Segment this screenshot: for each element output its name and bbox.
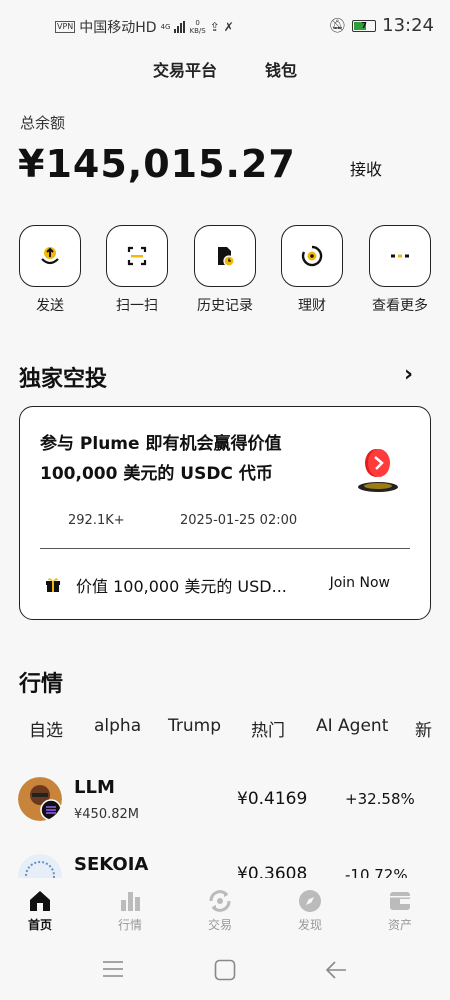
bottom-nav: 首页 行情 交易 发现 资产 [0, 878, 450, 942]
back-icon[interactable] [325, 959, 347, 981]
network-type: 4G [160, 23, 171, 31]
airdrop-date: 2025-01-25 02:00 [180, 513, 298, 528]
home-icon [30, 891, 50, 911]
discover-icon [299, 890, 321, 912]
nav-discover[interactable]: 发现 [280, 888, 340, 933]
token-change: -10.72% [345, 866, 408, 878]
nav-home-label: 首页 [27, 918, 52, 932]
carrier-name: 中国移动HD [79, 20, 157, 36]
balance-value: ¥145,015.27 [18, 142, 296, 186]
sekoia-token-avatar [18, 854, 62, 878]
market-tabs: 自选 alpha Trump 热门 AI Agent 新 [0, 716, 450, 742]
history-button[interactable] [194, 225, 256, 287]
tab-exchange[interactable]: 交易平台 [153, 55, 217, 83]
scan-icon [127, 246, 147, 266]
vpn-badge: VPN [55, 21, 76, 33]
chevron-right-icon[interactable]: › [404, 362, 413, 387]
trade-icon [209, 890, 231, 912]
token-price: ¥0.4169 [237, 789, 308, 809]
tab-favorites[interactable]: 自选 [29, 716, 63, 741]
history-label: 历史记录 [197, 298, 253, 314]
top-nav: 交易平台 钱包 [0, 55, 450, 83]
data-off-icon: ✗ [223, 20, 234, 34]
system-nav-bar [0, 948, 450, 1000]
more-icon [391, 254, 409, 258]
clock: 13:24 [382, 15, 434, 36]
token-price: ¥0.3608 [237, 864, 308, 878]
earn-button[interactable] [281, 225, 343, 287]
tab-trump[interactable]: Trump [168, 716, 221, 736]
send-label: 发送 [36, 298, 64, 314]
participant-count: 292.1K+ [68, 513, 125, 528]
nav-discover-label: 发现 [297, 918, 322, 932]
earn-label: 理财 [298, 298, 326, 314]
card-divider [40, 548, 410, 549]
status-bar: VPN 中国移动HD 4G 0 KB/S ⇪ ✗ 🔕︎ 7 13:24 [0, 0, 450, 52]
more-label: 查看更多 [372, 298, 428, 314]
token-market-cap: ¥450.82M [74, 807, 139, 822]
earn-action[interactable]: 理财 [281, 225, 343, 315]
send-action[interactable]: 发送 [19, 225, 81, 315]
token-symbol: LLM [74, 777, 115, 798]
airdrop-headline: 参与 Plume 即有机会赢得价值 100,000 美元的 USDC 代币 [40, 434, 282, 484]
scan-label: 扫一扫 [116, 298, 158, 314]
market-row[interactable]: SEKOIA ¥0.3608 -10.72% [0, 854, 450, 878]
token-symbol: SEKOIA [74, 854, 149, 875]
airdrop-promo-text: 价值 100,000 美元的 USD... [76, 577, 287, 596]
tab-ai-agent[interactable]: AI Agent [316, 716, 388, 736]
menu-icon[interactable] [102, 960, 124, 978]
markets-icon [121, 892, 140, 911]
nav-trade[interactable]: 交易 [190, 888, 250, 933]
send-button[interactable] [19, 225, 81, 287]
history-icon [218, 247, 235, 267]
token-coin-icon [358, 449, 398, 492]
more-action[interactable]: 查看更多 [369, 225, 431, 315]
nav-markets-label: 行情 [117, 918, 142, 932]
airdrop-card[interactable]: 参与 Plume 即有机会赢得价值 100,000 美元的 USDC 代币 29… [19, 406, 431, 620]
airdrop-section-title: 独家空投 [19, 367, 108, 392]
mute-icon: 🔕︎ [328, 17, 347, 34]
gift-icon [46, 578, 60, 592]
send-icon [41, 247, 59, 265]
scan-button[interactable] [106, 225, 168, 287]
join-now-button[interactable]: Join Now [330, 575, 390, 591]
earn-icon [301, 245, 323, 267]
wifi-icon: ⇪ [209, 20, 220, 34]
tab-alpha[interactable]: alpha [94, 716, 141, 736]
nav-trade-label: 交易 [207, 918, 232, 932]
signal-icon [174, 21, 186, 33]
token-change: +32.58% [345, 790, 415, 808]
home-square-icon[interactable] [214, 959, 236, 981]
market-row[interactable]: LLM ¥450.82M ¥0.4169 +32.58% [0, 777, 450, 857]
assets-icon [390, 892, 410, 910]
network-speed: 0 KB/S [189, 19, 206, 35]
market-section-title: 行情 [19, 672, 64, 697]
history-action[interactable]: 历史记录 [194, 225, 256, 315]
nav-assets-label: 资产 [387, 918, 412, 932]
llm-token-avatar [18, 777, 62, 821]
tab-hot[interactable]: 热门 [251, 716, 285, 741]
nav-home[interactable]: 首页 [10, 888, 70, 933]
battery-icon: 7 [352, 19, 377, 32]
receive-button[interactable]: 接收 [350, 156, 382, 180]
nav-markets[interactable]: 行情 [100, 888, 160, 933]
more-button[interactable] [369, 225, 431, 287]
balance-label: 总余额 [20, 114, 66, 132]
nav-assets[interactable]: 资产 [370, 888, 430, 933]
tab-new[interactable]: 新 [415, 716, 432, 741]
scan-action[interactable]: 扫一扫 [106, 225, 168, 315]
tab-wallet[interactable]: 钱包 [265, 55, 297, 83]
